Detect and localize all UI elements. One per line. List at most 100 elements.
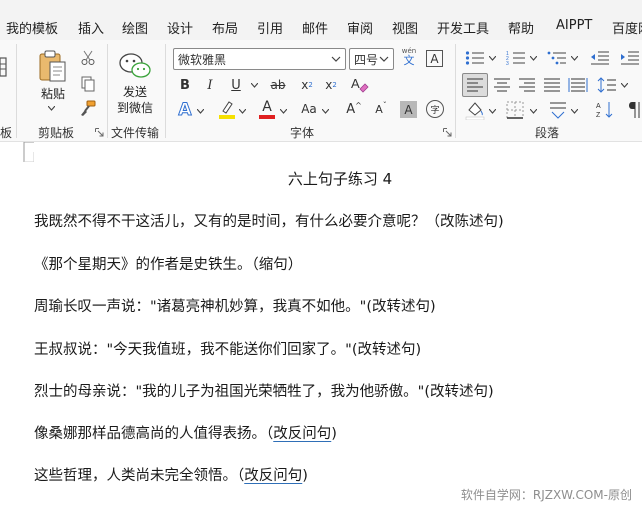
paste-icon[interactable] [36, 50, 68, 84]
change-case-icon[interactable]: Aa [299, 100, 319, 118]
italic-icon[interactable]: I [202, 76, 218, 94]
copy-icon[interactable] [80, 76, 96, 92]
svg-text:A: A [596, 103, 601, 110]
text-effects-icon[interactable]: A [176, 100, 194, 121]
svg-text:3: 3 [506, 61, 509, 66]
grow-font-icon[interactable]: A ^ [345, 100, 363, 118]
tab-review[interactable]: 审阅 [347, 18, 373, 37]
svg-text:Z: Z [596, 112, 601, 119]
paste-label[interactable]: 粘贴 [41, 85, 65, 102]
phonetic-guide-icon[interactable]: wén 文 [400, 46, 418, 68]
format-painter-partial-icon[interactable] [0, 54, 8, 80]
borders-icon[interactable] [506, 101, 524, 119]
clipboard-launcher-icon[interactable] [95, 128, 104, 137]
tab-insert[interactable]: 插入 [78, 18, 104, 37]
tab-help[interactable]: 帮助 [508, 18, 534, 37]
send-to-wechat-label-1[interactable]: 发送 [123, 83, 147, 100]
shading-dropdown-icon[interactable] [489, 109, 496, 114]
strikethrough-icon[interactable]: ab [269, 76, 287, 94]
text-effects-dropdown-icon[interactable] [197, 109, 204, 114]
clipboard-group-label: 剪贴板 [38, 126, 75, 140]
show-marks-icon[interactable] [624, 100, 642, 120]
font-size-value: 四号 [354, 53, 379, 67]
align-center-icon[interactable] [492, 76, 512, 94]
line-spacing-dropdown-icon[interactable] [621, 83, 628, 88]
chinese-layout-dropdown-icon[interactable] [571, 109, 578, 114]
font-color-dropdown-icon[interactable] [280, 109, 287, 114]
borders-dropdown-icon[interactable] [530, 109, 537, 114]
tab-draw[interactable]: 绘图 [122, 18, 148, 37]
document-title: 六上句子练习 4 [287, 170, 393, 188]
character-shading-icon[interactable]: A [400, 101, 417, 118]
multilevel-list-icon[interactable] [547, 50, 567, 66]
ribbon-home: 板 粘贴 剪贴板 发送 到微信 文件传输 微软雅黑 四号 wén 文 A B I… [0, 40, 642, 142]
sentence-line-4: 王叔叔说："今天我值班，我不能送你们回家了。"(改转述句) [34, 342, 422, 358]
numbering-icon[interactable]: 123 [506, 50, 526, 66]
svg-text:A: A [351, 76, 360, 91]
divider [16, 44, 17, 138]
chevron-down-icon[interactable] [329, 53, 343, 65]
file-transfer-group-label: 文件传输 [111, 126, 160, 140]
clear-formatting-icon[interactable]: A [349, 74, 369, 94]
tab-aippt[interactable]: AIPPT [556, 18, 592, 33]
font-launcher-icon[interactable] [443, 128, 452, 137]
send-to-wechat-label-2[interactable]: 到微信 [117, 99, 153, 116]
tab-view[interactable]: 视图 [392, 18, 418, 37]
highlight-color-icon[interactable] [218, 99, 236, 119]
bullets-dropdown-icon[interactable] [489, 56, 496, 61]
multilevel-dropdown-icon[interactable] [571, 56, 578, 61]
document-page[interactable]: 六上句子练习 4 我既然不得不干这活儿，又有的是时间，有什么必要介意呢？（改陈述… [0, 142, 642, 513]
font-size-combobox[interactable]: 四号 [349, 48, 394, 70]
paragraph-group-label: 段落 [535, 126, 560, 140]
left-group-label: 板 [0, 126, 13, 140]
font-group-label: 字体 [290, 126, 315, 140]
increase-indent-icon[interactable] [620, 50, 640, 66]
bullets-icon[interactable] [465, 50, 485, 66]
page-corner-mark [23, 142, 34, 162]
underline-icon[interactable]: U [228, 76, 244, 94]
change-case-dropdown-icon[interactable] [322, 109, 329, 114]
wechat-icon[interactable] [118, 52, 152, 80]
chevron-down-icon[interactable] [377, 53, 391, 65]
sentence-line-3: 周瑜长叹一声说："诸葛亮神机妙算，我真不如他。"(改转述句) [34, 299, 436, 315]
tab-my-templates[interactable]: 我的模板 [6, 18, 58, 37]
bold-icon[interactable]: B [177, 76, 193, 94]
subscript-icon[interactable]: x2 [298, 76, 316, 94]
font-name-combobox[interactable]: 微软雅黑 [173, 48, 346, 70]
character-border-icon[interactable]: A [426, 50, 443, 67]
font-color-icon[interactable]: A [258, 98, 276, 120]
shading-icon[interactable] [465, 100, 485, 120]
tab-mailings[interactable]: 邮件 [302, 18, 328, 37]
grammar-flag[interactable]: 改反问句 [273, 426, 331, 442]
tab-references[interactable]: 引用 [257, 18, 283, 37]
tab-design[interactable]: 设计 [167, 18, 193, 37]
format-painter-icon[interactable] [80, 100, 96, 116]
divider [455, 44, 456, 138]
line-spacing-icon[interactable] [597, 76, 617, 94]
enclose-characters-icon[interactable]: 字 [426, 100, 444, 118]
align-right-icon[interactable] [517, 76, 537, 94]
underline-dropdown-icon[interactable] [251, 83, 258, 88]
grammar-flag[interactable]: 改反问句 [244, 468, 302, 484]
numbering-dropdown-icon[interactable] [530, 56, 537, 61]
font-name-value: 微软雅黑 [178, 53, 227, 67]
sort-icon[interactable]: AZ [596, 100, 616, 120]
shrink-font-icon[interactable]: Aˇ [372, 100, 390, 118]
cut-icon[interactable] [80, 50, 96, 66]
watermark: 软件自学网：RJZXW.COM-原创 [460, 488, 632, 502]
sentence-line-1: 我既然不得不干这活儿，又有的是时间，有什么必要介意呢？（改陈述句) [34, 214, 504, 230]
ribbon-tab-bar: 我的模板 插入 绘图 设计 布局 引用 邮件 审阅 视图 开发工具 帮助 AIP… [0, 0, 642, 40]
decrease-indent-icon[interactable] [590, 50, 610, 66]
tab-baidu[interactable]: 百度网 [612, 18, 642, 37]
sentence-line-2: 《那个星期天》的作者是史铁生。（缩句） [34, 257, 303, 273]
chinese-layout-icon[interactable] [548, 101, 568, 119]
tab-layout[interactable]: 布局 [212, 18, 238, 37]
sentence-line-6: 像桑娜那样品德高尚的人值得表扬。（改反问句) [34, 426, 337, 442]
tab-developer[interactable]: 开发工具 [437, 18, 489, 37]
align-left-icon[interactable] [462, 73, 488, 97]
justify-icon[interactable] [542, 76, 562, 94]
paste-dropdown-icon[interactable] [48, 106, 55, 111]
superscript-icon[interactable]: x2 [322, 76, 340, 94]
distributed-icon[interactable] [568, 76, 588, 94]
highlight-dropdown-icon[interactable] [239, 109, 246, 114]
